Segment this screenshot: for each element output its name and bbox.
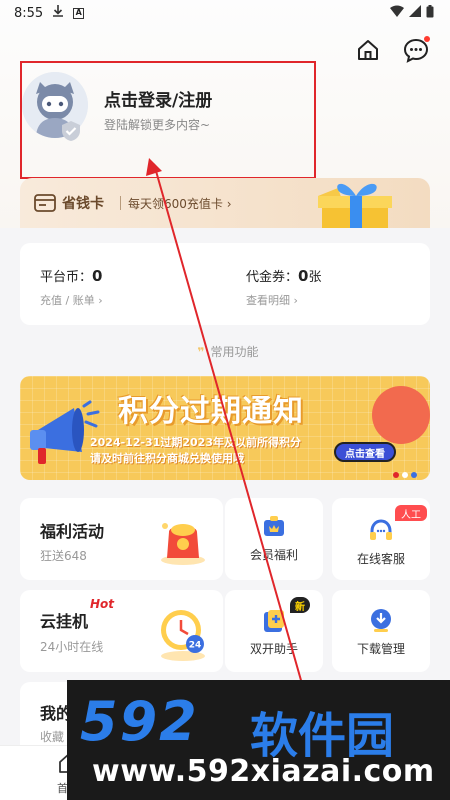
- welfare-title: 福利活动: [40, 522, 105, 541]
- home-icon[interactable]: [354, 36, 382, 64]
- svg-text:24: 24: [189, 641, 202, 651]
- points-expiry-banner[interactable]: 积分过期通知 2024-12-31过期2023年及以前所得积分 请及时前往积分商…: [20, 376, 430, 480]
- member-label: 会员福利: [249, 548, 298, 562]
- vouchers[interactable]: 代金券：0张: [246, 266, 321, 285]
- vip-card-name: 省钱卡: [62, 196, 104, 212]
- view-details-link[interactable]: 查看明细 ›: [246, 292, 298, 308]
- wifi-icon: [390, 5, 404, 21]
- human-service-badge: 人工: [395, 505, 427, 521]
- battery-icon: [426, 4, 434, 22]
- dual-label: 双开助手: [249, 642, 298, 656]
- voucher-value: 0: [298, 267, 309, 285]
- vip-desc-text: 每天领600充值卡: [128, 197, 223, 211]
- section-title-text: 常用功能: [210, 345, 259, 359]
- download-icon: [368, 608, 394, 638]
- welfare-subtitle: 狂送648: [40, 549, 87, 563]
- cloud-subtitle: 24小时在线: [40, 640, 104, 654]
- service-label: 在线客服: [356, 552, 405, 566]
- signal-icon: [409, 5, 421, 21]
- card-icon: [34, 194, 56, 212]
- platform-coins[interactable]: 平台币：0: [40, 266, 102, 285]
- carousel-dots: [392, 464, 422, 483]
- my-subtitle: 收藏: [40, 730, 65, 744]
- cloud-hosting-card[interactable]: 云挂机 24小时在线 24: [20, 590, 223, 672]
- member-crown-icon: [261, 514, 287, 544]
- message-icon[interactable]: [402, 36, 430, 64]
- vip-divider: [120, 196, 121, 210]
- clock-24-icon: 24: [155, 602, 211, 666]
- view-details-text: 查看明细: [246, 294, 290, 307]
- download-manager-card[interactable]: 下载管理: [332, 590, 430, 672]
- highlight-box: [20, 61, 316, 179]
- notification-a-icon: A: [73, 7, 85, 19]
- recharge-bill-text: 充值 / 账单: [40, 294, 95, 307]
- banner-decor-circle: [372, 386, 430, 444]
- banner-line2: 请及时前往积分商城兑换使用哦: [90, 452, 244, 465]
- red-envelope-icon: [155, 512, 211, 572]
- banner-title: 积分过期通知: [118, 394, 304, 429]
- section-title: ❞ 常用功能: [0, 343, 450, 360]
- chevron-right-icon: ›: [226, 197, 232, 211]
- hot-badge: Hot: [90, 597, 115, 611]
- vip-card-description: 每天领600充值卡 ›: [128, 195, 232, 212]
- quote-left-icon: ❞: [197, 345, 205, 359]
- welfare-activity-card[interactable]: 福利活动 狂送648: [20, 498, 223, 580]
- gift-box-icon: [308, 176, 408, 236]
- coins-label: 平台币：: [40, 270, 93, 285]
- watermark-url: www.592xiazai.com: [92, 754, 435, 789]
- cloud-title: 云挂机: [40, 612, 89, 631]
- chevron-right-icon: ›: [98, 294, 103, 307]
- download-label: 下载管理: [356, 642, 405, 656]
- banner-line1: 2024-12-31过期2023年及以前所得积分: [90, 436, 301, 449]
- unread-dot: [424, 36, 430, 42]
- new-badge: 新: [290, 597, 310, 613]
- status-bar: 8:55 A: [0, 0, 450, 26]
- recharge-bill-link[interactable]: 充值 / 账单 ›: [40, 292, 103, 308]
- dual-app-icon: [261, 608, 287, 638]
- headset-icon: [368, 518, 394, 548]
- member-benefits-card[interactable]: 会员福利: [225, 498, 323, 580]
- voucher-label: 代金券：: [246, 270, 299, 285]
- coins-value: 0: [92, 267, 103, 285]
- status-time: 8:55: [14, 5, 44, 21]
- download-icon: [53, 5, 64, 21]
- view-now-button[interactable]: 点击查看: [334, 442, 396, 462]
- chevron-right-icon: ›: [293, 294, 298, 307]
- voucher-unit: 张: [308, 270, 322, 285]
- watermark-number: 592: [80, 690, 199, 753]
